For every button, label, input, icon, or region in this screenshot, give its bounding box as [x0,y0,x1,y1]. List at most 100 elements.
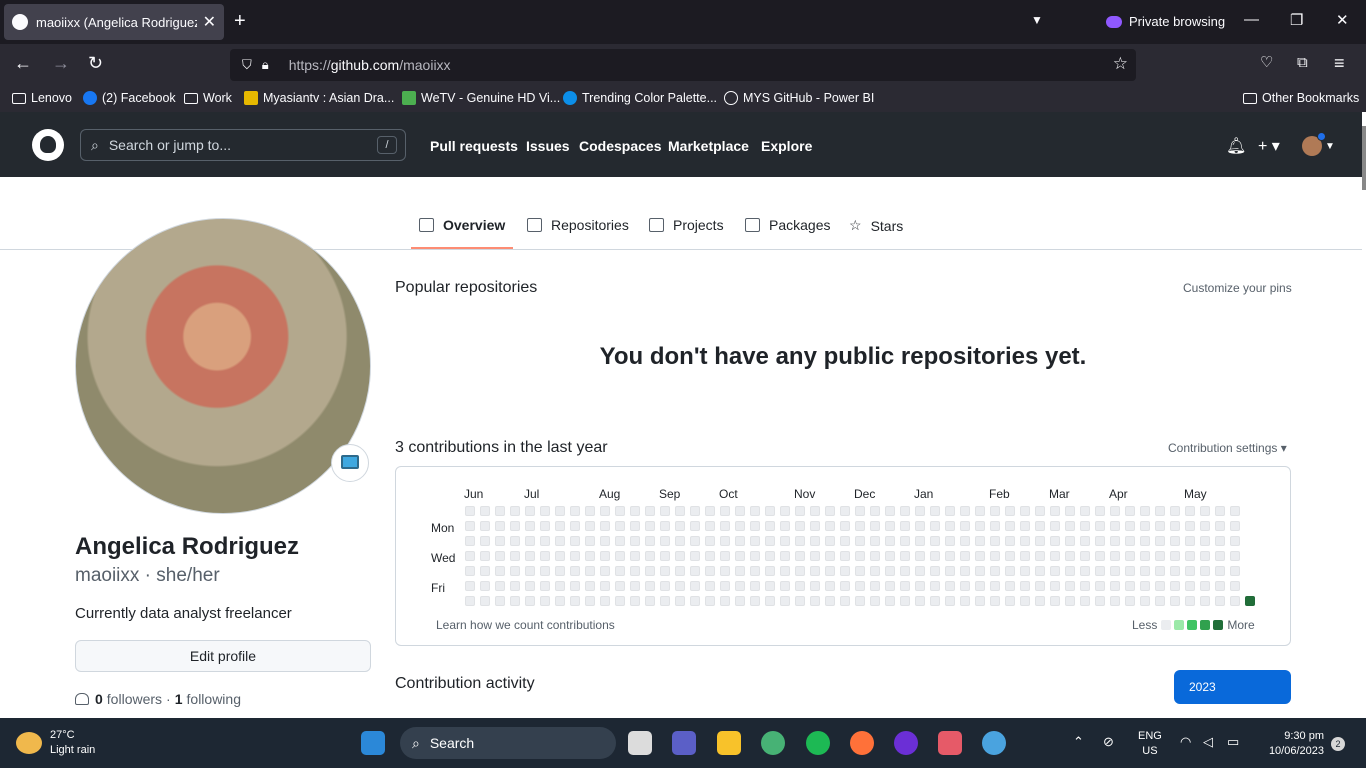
contribution-day[interactable] [705,581,715,591]
contribution-day[interactable] [735,506,745,516]
clock[interactable]: 9:30 pm 10/06/2023 [1258,729,1324,759]
nav-explore[interactable]: Explore [761,138,812,154]
contribution-day[interactable] [1035,536,1045,546]
firefox-icon[interactable] [850,731,874,755]
contribution-day[interactable] [540,551,550,561]
contribution-day[interactable] [600,551,610,561]
contribution-day[interactable] [870,521,880,531]
contribution-day[interactable] [525,506,535,516]
contribution-day[interactable] [1035,521,1045,531]
contribution-day[interactable] [465,536,475,546]
contribution-day[interactable] [1185,581,1195,591]
atom-icon[interactable] [761,731,785,755]
contribution-day[interactable] [570,536,580,546]
contribution-day[interactable] [630,596,640,606]
contribution-day[interactable] [1020,506,1030,516]
create-new-icon[interactable]: + ▾ [1258,136,1280,156]
contribution-day[interactable] [1065,566,1075,576]
contribution-day[interactable] [555,566,565,576]
contribution-day[interactable] [720,566,730,576]
bookmark-item[interactable]: (2) Facebook [83,91,176,105]
contribution-day[interactable] [885,581,895,591]
minimize-icon[interactable]: — [1244,11,1259,28]
status-emoji-button[interactable] [331,444,369,482]
contribution-day[interactable] [1155,596,1165,606]
contribution-day[interactable] [750,596,760,606]
contribution-day[interactable] [1170,551,1180,561]
contribution-day[interactable] [810,521,820,531]
customize-pins-link[interactable]: Customize your pins [1183,281,1292,295]
contribution-day[interactable] [1035,581,1045,591]
contribution-day[interactable] [1035,566,1045,576]
contribution-day[interactable] [885,551,895,561]
contribution-day[interactable] [600,596,610,606]
contribution-day[interactable] [480,536,490,546]
contribution-day[interactable] [1035,506,1045,516]
contribution-day[interactable] [855,521,865,531]
contribution-day[interactable] [1230,581,1240,591]
contribution-day[interactable] [465,596,475,606]
contribution-day[interactable] [1035,596,1045,606]
contribution-day[interactable] [1095,566,1105,576]
contribution-day[interactable] [555,536,565,546]
contribution-day[interactable] [735,551,745,561]
contribution-day[interactable] [1005,596,1015,606]
bookmark-item[interactable]: Myasiantv : Asian Dra... [244,91,394,105]
contribution-day[interactable] [915,551,925,561]
bookmark-item[interactable]: Trending Color Palette... [563,91,717,105]
contribution-day[interactable] [900,521,910,531]
contribution-day[interactable] [510,506,520,516]
contribution-settings-dropdown[interactable]: Contribution settings ▾ [1168,441,1287,455]
contribution-day[interactable] [810,566,820,576]
contribution-day[interactable] [495,536,505,546]
contribution-day[interactable] [870,566,880,576]
contribution-day[interactable] [690,506,700,516]
contribution-day[interactable] [645,566,655,576]
contribution-day[interactable] [1020,551,1030,561]
contribution-day[interactable] [705,566,715,576]
contribution-day[interactable] [705,521,715,531]
notification-badge[interactable]: 2 [1331,737,1345,751]
contribution-day[interactable] [540,536,550,546]
contribution-day[interactable] [765,506,775,516]
contribution-day[interactable] [465,551,475,561]
weather-widget[interactable]: 27°C Light rain [16,728,95,758]
contribution-day[interactable] [1200,536,1210,546]
address-bar[interactable]: ⛉ 🔒︎ https://github.com/maoiixx ☆ [230,49,1136,81]
contribution-day[interactable] [1170,581,1180,591]
forward-icon[interactable]: → [52,53,70,73]
contribution-day[interactable] [825,506,835,516]
contribution-day[interactable] [1140,581,1150,591]
contribution-day[interactable] [615,551,625,561]
contribution-day[interactable] [525,581,535,591]
contribution-day[interactable] [915,521,925,531]
app-icon[interactable] [982,731,1006,755]
contribution-day[interactable] [750,551,760,561]
contribution-day[interactable] [1065,521,1075,531]
tab-repositories[interactable]: Repositories [527,217,629,233]
contribution-day[interactable] [825,521,835,531]
contribution-day[interactable] [795,521,805,531]
contribution-day[interactable] [930,506,940,516]
contribution-day[interactable] [915,566,925,576]
contribution-day[interactable] [1005,551,1015,561]
contribution-day[interactable] [1215,566,1225,576]
contribution-day[interactable] [960,506,970,516]
contribution-day[interactable] [1080,581,1090,591]
tab-stars[interactable]: ☆ Stars [849,217,903,234]
contribution-day[interactable] [1050,566,1060,576]
contribution-day[interactable] [1020,521,1030,531]
contribution-day[interactable] [615,506,625,516]
contribution-day[interactable] [855,536,865,546]
contribution-day[interactable] [1110,536,1120,546]
contribution-day[interactable] [750,536,760,546]
contribution-day[interactable] [1080,536,1090,546]
followers-link[interactable]: followers [107,691,162,707]
contribution-day[interactable] [735,581,745,591]
contribution-day[interactable] [705,536,715,546]
pocket-icon[interactable]: ♡ [1260,53,1273,73]
scrollbar[interactable] [1362,112,1366,718]
contribution-day[interactable] [570,506,580,516]
restore-icon[interactable]: ❐ [1290,11,1303,29]
contribution-day[interactable] [600,521,610,531]
